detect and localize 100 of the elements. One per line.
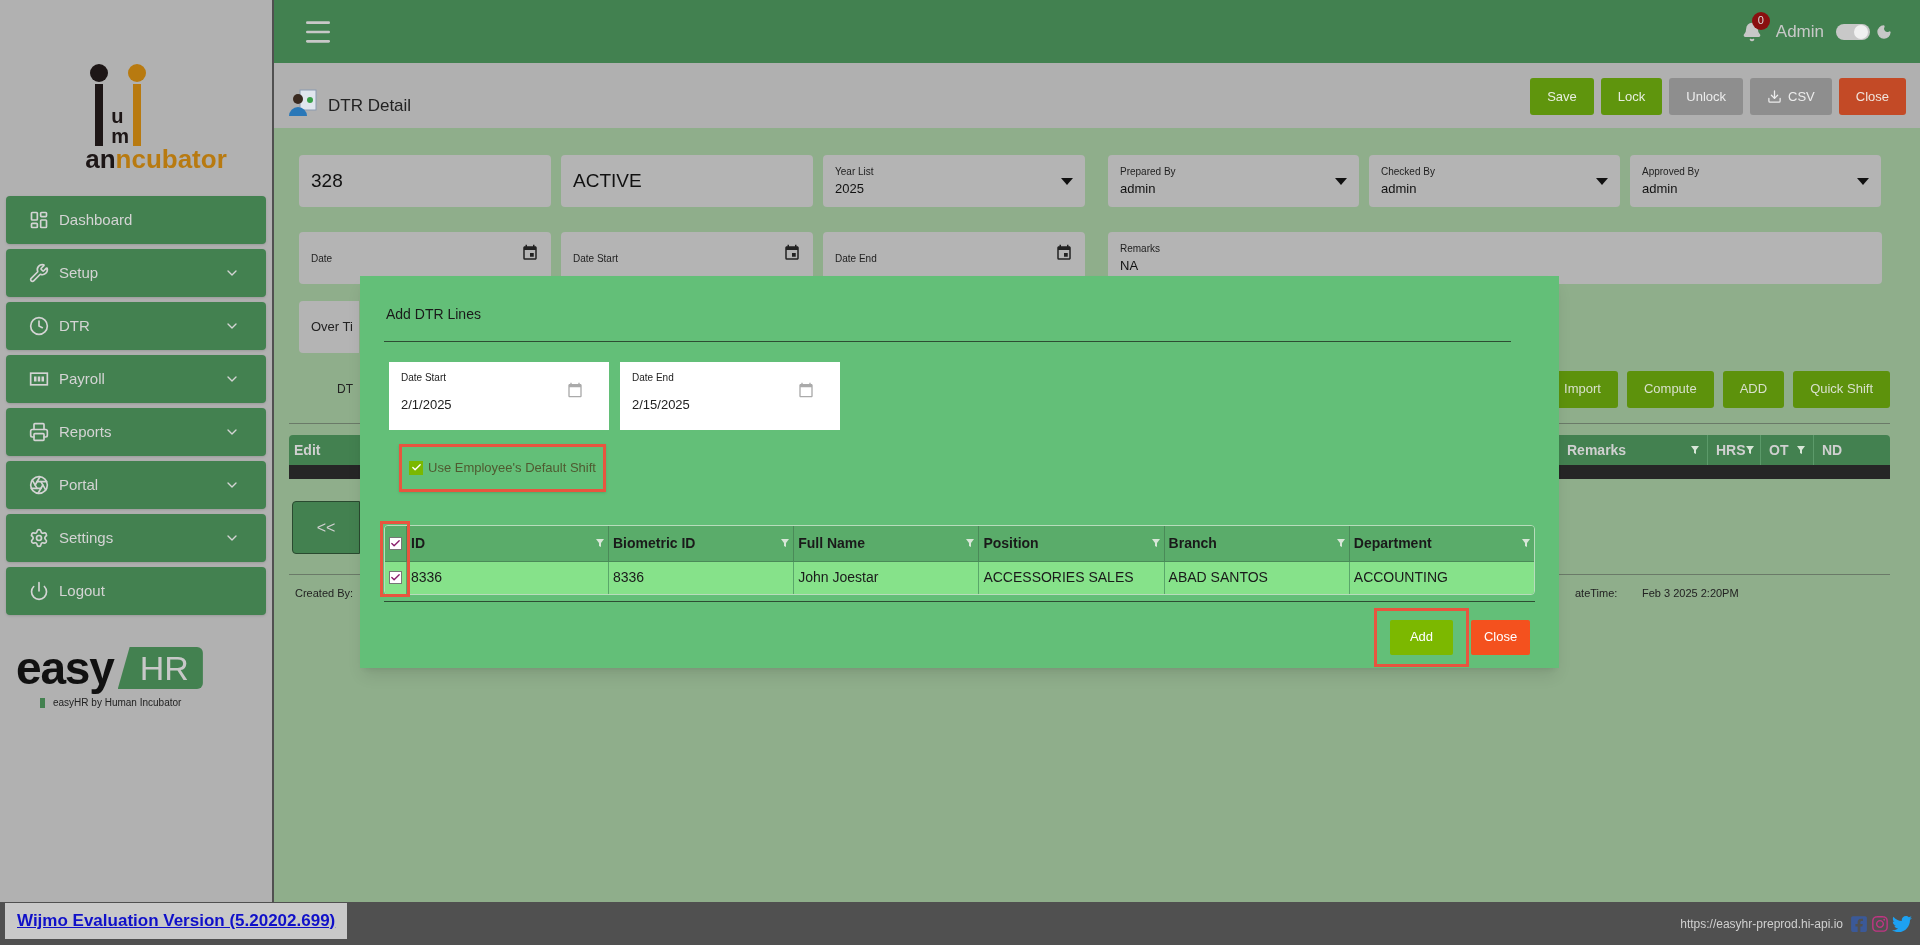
action-button[interactable]: Compute [1626,370,1714,408]
sidebar-item[interactable]: Setup [6,249,266,297]
column-header[interactable]: Full Name [794,525,980,561]
sidebar-item[interactable]: Payroll [6,355,266,403]
text-field[interactable]: 328 [299,155,551,207]
column-header[interactable]: Biometric ID [609,525,795,561]
filter-icon[interactable] [1151,539,1160,547]
column-header[interactable]: Branch [1164,525,1350,561]
dashboard-icon [29,210,49,230]
dropdown-icon [1596,177,1608,185]
dropdown-icon [1335,177,1347,185]
default-shift-checkbox[interactable]: Use Employee's Default Shift [409,458,596,478]
column-header[interactable]: Position [979,525,1165,561]
dropdown-icon [1061,177,1073,185]
sidebar-item[interactable]: Dashboard [6,196,266,244]
field-label: Date Start [573,251,619,266]
notification-badge: 0 [1751,11,1770,30]
filter-icon[interactable] [1745,446,1754,454]
column-header[interactable]: ID [407,525,609,561]
field-label: Date End [835,251,877,266]
download-icon [1767,89,1782,104]
tab[interactable]: DT [337,380,353,398]
text-field[interactable]: ACTIVE [561,155,813,207]
logo-text: an [85,146,116,172]
field-value: 2025 [835,179,865,198]
checkbox[interactable] [389,536,402,550]
dark-mode-switch[interactable] [1836,23,1870,40]
dropdown-field[interactable]: Approved By admin [1630,155,1881,207]
field-value: 2/15/2025 [632,396,690,414]
date-field[interactable]: Date End 2/15/2025 [620,362,840,430]
column-header[interactable]: Department [1349,525,1534,561]
add-button[interactable]: Add [1390,619,1453,655]
created-by-label: Created By: [295,586,354,601]
field-value: ACTIVE [573,168,642,193]
sidebar-item[interactable]: Portal [6,461,266,509]
calendar-icon[interactable] [783,244,801,262]
dropdown-field[interactable]: Prepared By admin [1108,155,1359,207]
dropdown-icon [1857,177,1869,185]
filter-icon[interactable] [1797,446,1805,454]
action-button[interactable]: ADD [1722,370,1785,408]
sidebar-item[interactable]: DTR [6,302,266,350]
text-field[interactable]: Remarks NA [1108,232,1882,284]
toolbar-button[interactable]: Save [1530,78,1594,115]
filter-icon[interactable] [781,539,790,547]
site-url[interactable]: https://easyhr-preprod.hi-api.io [1680,915,1843,933]
page-title: DTR Detail [328,94,412,117]
field-label: Date End [632,371,675,385]
user-name[interactable]: Admin [1775,18,1824,45]
field-value: 328 [311,168,343,193]
evaluation-link[interactable]: Wijmo Evaluation Version (5.20202.699) [5,903,348,939]
column-header[interactable]: Edit [289,439,349,461]
datetime-value: Feb 3 2025 2:20PM [1642,586,1740,601]
previous-page-button[interactable]: << [292,501,360,554]
brand-caption: easyHR by Human Incubator [53,696,182,710]
calendar-icon[interactable] [1055,244,1073,262]
filter-icon[interactable] [1336,539,1345,547]
moon-icon [1876,23,1892,40]
brand-mark-icon [40,697,45,708]
date-field[interactable]: Date Start 2/1/2025 [389,362,609,430]
calendar-icon[interactable] [521,244,539,262]
datetime-label: ateTime: [1575,586,1619,601]
filter-icon[interactable] [596,539,604,547]
toolbar-button[interactable]: Close [1838,78,1906,115]
field-label: Remarks [1120,241,1160,256]
aperture-icon [29,475,49,495]
dropdown-field[interactable]: Checked By admin [1369,155,1620,207]
filter-icon[interactable] [1691,446,1699,454]
settings-icon [29,528,49,548]
instagram-icon[interactable] [1871,915,1889,933]
table-cell: John Joestar [794,561,980,594]
field-label: Date Start [401,371,448,385]
sidebar-item[interactable]: Logout [6,567,266,615]
payroll-icon [29,369,49,389]
sidebar-item[interactable]: Reports [6,408,266,456]
table-cell: ABAD SANTOS [1164,561,1350,594]
table-cell: 8336 [609,561,795,594]
twitter-icon[interactable] [1892,914,1912,934]
dialog-title: Add DTR Lines [385,305,482,324]
close-button[interactable]: Close [1471,619,1530,655]
logo-text: um [111,106,126,146]
filter-icon[interactable] [1522,539,1530,547]
field-value: admin [1642,179,1679,198]
dropdown-field[interactable]: Year List 2025 [823,155,1085,207]
action-button[interactable]: Quick Shift [1793,370,1890,408]
printer-icon [29,422,49,442]
person-document-icon [288,88,318,118]
sidebar-item[interactable]: Settings [6,514,266,562]
table-cell-text: ACCOUNTING [1352,568,1449,587]
toolbar-button[interactable]: Lock [1600,78,1663,115]
wrench-icon [29,263,49,283]
table-cell: ACCESSORIES SALES [979,561,1165,594]
field-label: Checked By [1381,164,1435,179]
field-label: Prepared By [1120,164,1176,179]
field-label: Date [311,251,333,266]
field-value: admin [1381,179,1418,198]
checkbox[interactable] [389,571,402,584]
check-icon [390,572,401,583]
power-icon [29,581,49,601]
field-label: Approved By [1642,164,1700,179]
filter-icon[interactable] [966,539,975,547]
